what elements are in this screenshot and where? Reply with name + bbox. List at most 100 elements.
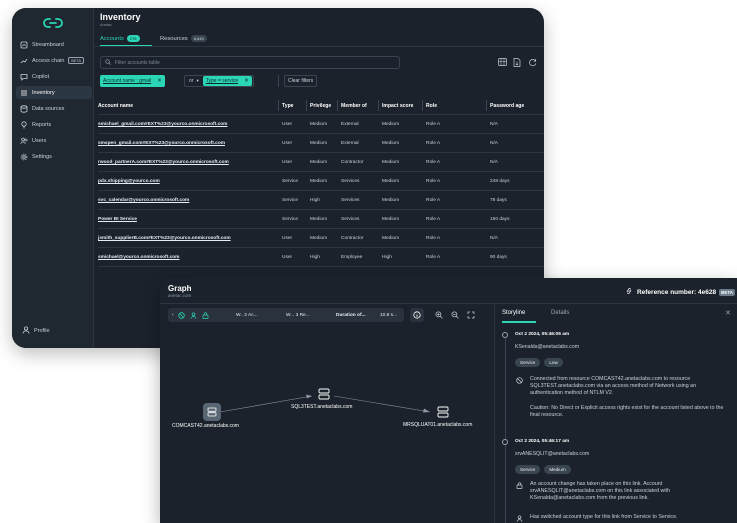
database-icon — [20, 104, 28, 113]
table-cell: 90 days — [490, 255, 507, 260]
sidebar-item-profile[interactable]: Profile — [22, 326, 50, 336]
table-cell: Medium — [310, 122, 328, 127]
table-cell: Medium — [310, 160, 328, 165]
export-icon[interactable] — [512, 57, 522, 67]
close-icon[interactable]: ✕ — [244, 78, 249, 84]
tab-details[interactable]: Details — [551, 310, 569, 316]
sidebar-item-users[interactable]: Users — [16, 134, 92, 147]
column-header[interactable]: Account name — [98, 96, 133, 115]
table-cell: Role A — [426, 141, 441, 146]
table-cell: Medium — [310, 217, 328, 222]
lock-icon — [516, 482, 523, 491]
table-cell: Medium — [382, 122, 400, 127]
timeline-dot — [502, 332, 508, 338]
pin-icon — [20, 120, 28, 129]
account-name-link[interactable]: smichael@yourco.onmicrosoft.com — [98, 248, 179, 267]
close-icon[interactable]: ✕ — [157, 78, 162, 84]
column-header[interactable]: Role — [426, 96, 437, 115]
table-cell: User — [282, 122, 293, 127]
sidebar-item-copilot[interactable]: Copilot — [16, 70, 92, 83]
account-name-link[interactable]: pdx.shipping@yourco.com — [98, 172, 160, 191]
tab-resources[interactable]: Resources 8,845 — [160, 35, 207, 42]
event-description: An account change has taken place on thi… — [530, 481, 670, 502]
table-cell: Medium — [382, 217, 400, 222]
sidebar-item-settings[interactable]: Settings — [16, 150, 92, 163]
server-icon-target[interactable] — [434, 403, 451, 420]
event-user: srvANESQLIT@anetaclabs.com — [515, 451, 590, 457]
account-name-link[interactable]: jsmith_supplierB.com#EXT%23@yourco.onmic… — [98, 229, 231, 248]
sidebar-item-access-chain[interactable]: Access chain BETA — [16, 54, 92, 67]
column-header[interactable]: Privilege — [310, 96, 331, 115]
column-separator — [486, 100, 487, 111]
node-label-target: MRSQLUAT01.anetaclabs.com — [403, 422, 473, 428]
table-cell: High — [310, 198, 320, 203]
clear-filters-button[interactable]: Clear filters — [284, 75, 318, 87]
account-name-link[interactable]: smspen_gmail.com#EXT%23@yourco.onmicroso… — [98, 134, 225, 153]
columns-icon[interactable] — [497, 57, 507, 67]
sidebar-item-reports[interactable]: Reports — [16, 118, 92, 131]
users-icon — [20, 137, 28, 145]
table-row[interactable]: pdx.shipping@yourco.com Service Medium Serv… — [98, 172, 544, 191]
sidebar-item-label: Streamboard — [32, 41, 64, 48]
table-row[interactable]: smspen_gmail.com#EXT%23@yourco.onmicroso… — [98, 134, 544, 153]
server-icon-middle[interactable] — [315, 385, 332, 402]
pill-type: Service — [515, 465, 541, 474]
table-cell: N/A — [490, 160, 498, 165]
table-row[interactable]: smichael@yourco.onmicrosoft.com User High E… — [98, 248, 544, 267]
operator-dropdown[interactable]: or ▾ — [185, 78, 203, 84]
column-separator — [337, 100, 338, 111]
sidebar-item-data-sources[interactable]: Data sources — [16, 102, 92, 115]
tab-storyline[interactable]: Storyline — [502, 310, 525, 316]
table-cell: External — [341, 141, 359, 146]
table-row[interactable]: smichael_gmail.com#EXT%23@yourco.onmicro… — [98, 115, 544, 134]
column-header[interactable]: Member of — [341, 96, 367, 115]
column-header[interactable]: Type — [282, 96, 294, 115]
server-icon-source[interactable] — [203, 403, 221, 421]
refresh-icon[interactable] — [527, 57, 537, 67]
column-header[interactable]: Impact score — [382, 96, 413, 115]
column-header[interactable]: Password age — [490, 96, 524, 115]
search-icon — [105, 58, 111, 67]
account-name-link[interactable]: Power BI Service — [98, 210, 137, 229]
gear-icon — [20, 153, 28, 161]
tab-accounts[interactable]: Accounts 276 — [100, 35, 140, 42]
sidebar-item-label: Copilot — [32, 73, 50, 80]
table-row[interactable]: Power BI Service Service Medium Services Med… — [98, 210, 544, 229]
sidebar-item-streamboard[interactable]: Streamboard — [16, 38, 92, 51]
table-cell: Medium — [382, 236, 400, 241]
reference-number: Reference number: 4e628 BETA — [625, 287, 735, 297]
table-row[interactable]: jsmith_supplierB.com#EXT%23@yourco.onmic… — [98, 229, 544, 248]
table-row[interactable]: rwood_partnerA.com#EXT%23@yourco.onmicro… — [98, 153, 544, 172]
filter-chip-account-name[interactable]: Account name : gmail ✕ — [100, 75, 165, 87]
accounts-search-input[interactable]: Filter accounts table — [100, 56, 400, 69]
sidebar: Streamboard Access chain BETA Copilot In… — [12, 8, 94, 348]
table-cell: Contractor — [341, 160, 364, 165]
anetac-logo-icon[interactable] — [43, 16, 63, 30]
account-name-link[interactable]: svc_calendar@yourco.onmicrosoft.com — [98, 191, 189, 210]
account-name-link[interactable]: smichael_gmail.com#EXT%23@yourco.onmicro… — [98, 115, 227, 134]
accounts-table: Account name Type Privilege Member of Impact… — [98, 96, 544, 267]
filter-group: or ▾ Type = service ✕ — [184, 75, 254, 87]
table-row[interactable]: svc_calendar@yourco.onmicrosoft.com Servi… — [98, 191, 544, 210]
column-separator — [278, 100, 279, 111]
table-cell: Medium — [310, 179, 328, 184]
sidebar-item-label: Settings — [32, 153, 52, 160]
table-cell: Services — [341, 179, 360, 184]
column-separator — [378, 100, 379, 111]
close-icon[interactable]: ✕ — [725, 309, 731, 317]
table-cell: Medium — [310, 141, 328, 146]
sidebar-item-inventory[interactable]: Inventory — [16, 86, 92, 99]
table-cell: Role A — [426, 198, 441, 203]
chevron-down-icon: ▾ — [196, 78, 199, 83]
table-cell: N/A — [490, 141, 498, 146]
table-cell: Medium — [310, 236, 328, 241]
filter-chip-type[interactable]: Type = service ✕ — [202, 76, 252, 86]
table-cell: Role A — [426, 217, 441, 222]
tab-label: Resources — [160, 35, 188, 42]
list-icon — [20, 89, 28, 97]
account-name-link[interactable]: rwood_partnerA.com#EXT%23@yourco.onmicro… — [98, 153, 229, 172]
filter-separator — [278, 75, 279, 87]
table-cell: 248 days — [490, 179, 510, 184]
table-cell: Services — [341, 217, 360, 222]
dashboard-icon — [20, 41, 28, 49]
